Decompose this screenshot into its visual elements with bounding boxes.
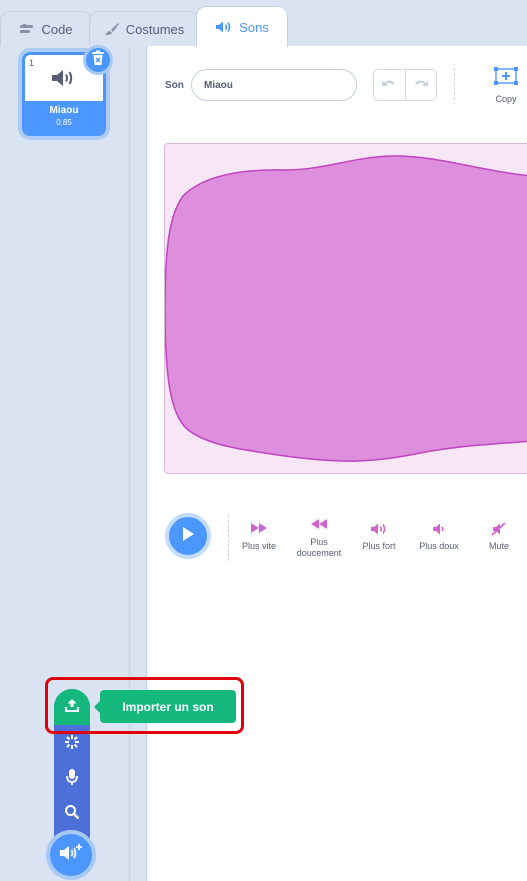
sound-name-input[interactable] [191, 69, 357, 101]
delete-sound-button[interactable] [83, 45, 113, 75]
speaker-icon [50, 67, 76, 94]
add-sound-button[interactable] [46, 830, 96, 880]
sound-duration: 0.85 [56, 118, 72, 127]
undo-redo-group [373, 69, 437, 101]
effect-louder-button[interactable]: Plus fort [349, 522, 409, 552]
effect-faster-button[interactable]: Plus vite [229, 522, 289, 552]
volume-down-icon [409, 522, 469, 538]
brush-icon [104, 22, 120, 36]
toolbar-separator [454, 68, 455, 100]
tab-code[interactable]: Code [0, 11, 92, 46]
waveform [165, 155, 527, 462]
search-icon [64, 804, 80, 825]
undo-button[interactable] [374, 70, 405, 100]
tab-costumes-label: Costumes [125, 21, 185, 37]
panel-divider [129, 46, 130, 881]
sound-editor: Son Copy Plus vite [148, 46, 527, 881]
add-sound-icon [59, 843, 83, 868]
tab-sons[interactable]: Sons [196, 6, 288, 47]
effect-mute-label: Mute [488, 541, 509, 551]
choose-sound-button[interactable] [54, 799, 90, 829]
effect-slower-label: Plus doucement [296, 537, 342, 558]
waveform-canvas[interactable] [164, 143, 527, 474]
sound-info: Miaou 0.85 [25, 101, 103, 133]
tab-sons-label: Sons [239, 19, 269, 35]
redo-button[interactable] [404, 70, 437, 100]
tab-costumes[interactable]: Costumes [89, 11, 199, 46]
sound-name: Miaou [49, 105, 79, 116]
volume-up-icon [349, 522, 409, 538]
speaker-icon [215, 20, 233, 34]
tab-bar: Code Costumes Sons [0, 0, 527, 47]
play-button[interactable] [165, 513, 211, 559]
undo-icon [381, 76, 397, 94]
sound-index: 1 [29, 58, 35, 68]
effect-mute-button[interactable]: Mute [469, 522, 527, 552]
mute-icon [469, 522, 527, 538]
highlight-box [45, 677, 244, 734]
record-sound-button[interactable] [54, 764, 90, 794]
redo-icon [413, 76, 429, 94]
microphone-icon [65, 768, 79, 791]
surprise-icon [64, 734, 80, 755]
tab-code-label: Code [41, 21, 73, 37]
copy-label: Copy [495, 94, 517, 104]
effect-louder-label: Plus fort [362, 541, 396, 551]
effect-faster-label: Plus vite [241, 541, 276, 551]
effect-slower-button[interactable]: Plus doucement [289, 518, 349, 559]
effect-softer-button[interactable]: Plus doux [409, 522, 469, 552]
sound-name-label: Son [165, 80, 184, 91]
rewind-icon [289, 518, 349, 534]
code-icon [19, 23, 35, 35]
effect-softer-label: Plus doux [419, 541, 459, 551]
fast-forward-icon [229, 522, 289, 538]
play-icon [181, 526, 195, 547]
trash-icon [91, 50, 105, 71]
copy-button[interactable]: Copy [488, 66, 524, 104]
copy-icon [493, 67, 519, 90]
